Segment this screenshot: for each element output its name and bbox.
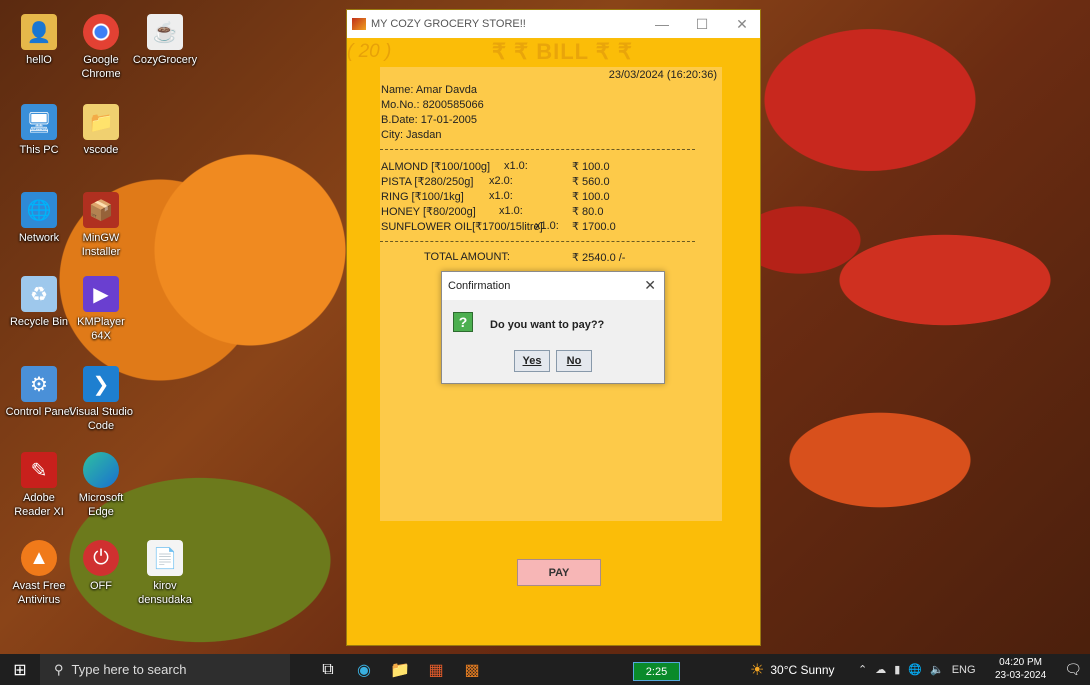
- bill-datetime: 23/03/2024 (16:20:36): [608, 69, 717, 81]
- language-indicator[interactable]: ENG: [952, 664, 976, 676]
- search-icon: ⚲: [54, 661, 64, 677]
- window-title: MY COZY GROCERY STORE!!: [371, 18, 526, 30]
- chrome-icon: [83, 14, 119, 50]
- folder-icon: 📁: [83, 104, 119, 140]
- item-price: ₹ 1700.0: [572, 221, 616, 233]
- item-qty: x1.0:: [504, 160, 528, 172]
- weather-text: 30°C Sunny: [770, 662, 835, 677]
- item-name: RING [₹100/1kg]: [381, 191, 464, 203]
- desktop-icon-kirov[interactable]: 📄 kirov densudaka: [131, 540, 199, 607]
- notification-icon[interactable]: 🗨: [1064, 661, 1082, 678]
- dialog-titlebar[interactable]: Confirmation ✕: [442, 272, 664, 300]
- bill-counter: ( 20 ): [347, 41, 392, 62]
- desktop-icon-this-pc[interactable]: 🖥 This PC: [5, 104, 73, 157]
- desktop-icon-chrome[interactable]: Google Chrome: [67, 14, 135, 81]
- edge-icon: [83, 452, 119, 488]
- minimize-button[interactable]: —: [642, 10, 682, 38]
- desktop-icon-recycle-bin[interactable]: ♻ Recycle Bin: [5, 276, 73, 329]
- customer-city: City: Jasdan: [381, 129, 442, 141]
- maximize-button[interactable]: ☐: [682, 10, 722, 38]
- start-button[interactable]: ⊞: [0, 654, 40, 685]
- network-tray-icon[interactable]: 🌐: [908, 663, 922, 676]
- control-panel-icon: ⚙: [21, 366, 57, 402]
- taskbar: ⊞ ⚲ Type here to search ⧉ ◉ 📁 ▦ ▩ 2:25 ☀…: [0, 654, 1090, 685]
- pay-button[interactable]: PAY: [517, 559, 601, 586]
- item-price: ₹ 100.0: [572, 191, 610, 203]
- edge-taskbar-icon[interactable]: ◉: [346, 654, 382, 685]
- desktop-icon-mingw[interactable]: 📦 MinGW Installer: [67, 192, 135, 259]
- vscode-icon: ❯: [83, 366, 119, 402]
- kmplayer-icon: ▶: [83, 276, 119, 312]
- app-icon: [352, 18, 366, 30]
- windows-icon: ⊞: [13, 661, 27, 679]
- taskbar-search[interactable]: ⚲ Type here to search: [40, 654, 290, 685]
- desktop-icon-off[interactable]: ⏻ OFF: [67, 540, 135, 593]
- chevron-up-icon[interactable]: ⌃: [858, 663, 867, 676]
- desktop-icon-adobe-reader[interactable]: ✎ Adobe Reader XI: [5, 452, 73, 519]
- clock-time: 04:20 PM: [999, 657, 1042, 668]
- confirmation-dialog: Confirmation ✕ ? Do you want to pay?? Ye…: [441, 271, 665, 384]
- search-placeholder: Type here to search: [71, 662, 187, 677]
- folder-user-icon: 👤: [21, 14, 57, 50]
- desktop-icon-network[interactable]: 🌐 Network: [5, 192, 73, 245]
- desktop-icon-cozygrocery[interactable]: ☕ CozyGrocery: [131, 14, 199, 67]
- item-price: ₹ 80.0: [572, 206, 604, 218]
- computer-icon: 🖥: [21, 104, 57, 140]
- window-titlebar[interactable]: MY COZY GROCERY STORE!! — ☐ ✕: [347, 10, 760, 38]
- weather-icon: ☀: [750, 661, 765, 679]
- item-qty: x1.0:: [535, 220, 559, 232]
- avast-icon: ▲: [21, 540, 57, 576]
- item-name: SUNFLOWER OIL[₹1700/15litre]: [381, 221, 543, 233]
- adobe-reader-icon: ✎: [21, 452, 57, 488]
- no-button[interactable]: No: [556, 350, 592, 372]
- customer-birthdate: B.Date: 17-01-2005: [381, 114, 478, 126]
- item-price: ₹ 560.0: [572, 176, 610, 188]
- installer-icon: 📦: [83, 192, 119, 228]
- grocery-app-taskbar-icon[interactable]: ▩: [454, 654, 490, 685]
- battery-icon[interactable]: ▮: [894, 663, 900, 676]
- total-label: TOTAL AMOUNT:: [424, 251, 510, 263]
- file-icon: 📄: [147, 540, 183, 576]
- office-icon[interactable]: ▦: [418, 654, 454, 685]
- power-icon: ⏻: [83, 540, 119, 576]
- divider: [380, 149, 695, 150]
- java-icon: ☕: [147, 14, 183, 50]
- volume-icon[interactable]: 🔈: [930, 663, 944, 676]
- timer-widget[interactable]: 2:25: [633, 662, 680, 681]
- divider: [380, 241, 695, 242]
- close-button[interactable]: ✕: [722, 10, 762, 38]
- meet-now-icon[interactable]: ☁: [875, 663, 886, 676]
- desktop-icon-hello[interactable]: 👤 hellO: [5, 14, 73, 67]
- customer-name: Name: Amar Davda: [381, 84, 477, 96]
- dialog-message: Do you want to pay??: [490, 319, 605, 331]
- item-qty: x2.0:: [489, 175, 513, 187]
- question-icon: ?: [453, 312, 473, 332]
- desktop-icon-edge[interactable]: Microsoft Edge: [67, 452, 135, 519]
- desktop-icon-vs-code[interactable]: ❯ Visual Studio Code: [67, 366, 135, 433]
- item-qty: x1.0:: [499, 205, 523, 217]
- desktop-icon-kmplayer[interactable]: ▶ KMPlayer 64X: [67, 276, 135, 343]
- recycle-bin-icon: ♻: [21, 276, 57, 312]
- system-tray: ⌃ ☁ ▮ 🌐 🔈 ENG: [858, 654, 976, 685]
- desktop-icon-control-panel[interactable]: ⚙ Control Panel: [5, 366, 73, 419]
- item-name: ALMOND [₹100/100g]: [381, 161, 491, 173]
- network-icon: 🌐: [21, 192, 57, 228]
- bill-heading: ₹ ₹ BILL ₹ ₹: [492, 39, 633, 64]
- clock[interactable]: 04:20 PM 23-03-2024: [995, 656, 1046, 682]
- customer-mobile: Mo.No.: 8200585066: [381, 99, 484, 111]
- item-name: PISTA [₹280/250g]: [381, 176, 474, 188]
- weather-widget[interactable]: ☀ 30°C Sunny: [750, 654, 835, 685]
- dialog-close-icon[interactable]: ✕: [644, 277, 656, 294]
- desktop-icon-avast[interactable]: ▲ Avast Free Antivirus: [5, 540, 73, 607]
- item-name: HONEY [₹80/200g]: [381, 206, 476, 218]
- item-price: ₹ 100.0: [572, 161, 610, 173]
- yes-button[interactable]: Yes: [514, 350, 550, 372]
- item-qty: x1.0:: [489, 190, 513, 202]
- task-view-icon[interactable]: ⧉: [310, 654, 346, 685]
- total-value: ₹ 2540.0 /-: [572, 252, 626, 264]
- dialog-title: Confirmation: [448, 280, 511, 292]
- clock-date: 23-03-2024: [995, 670, 1047, 681]
- desktop-icon-vscode-folder[interactable]: 📁 vscode: [67, 104, 135, 157]
- file-explorer-icon[interactable]: 📁: [382, 654, 418, 685]
